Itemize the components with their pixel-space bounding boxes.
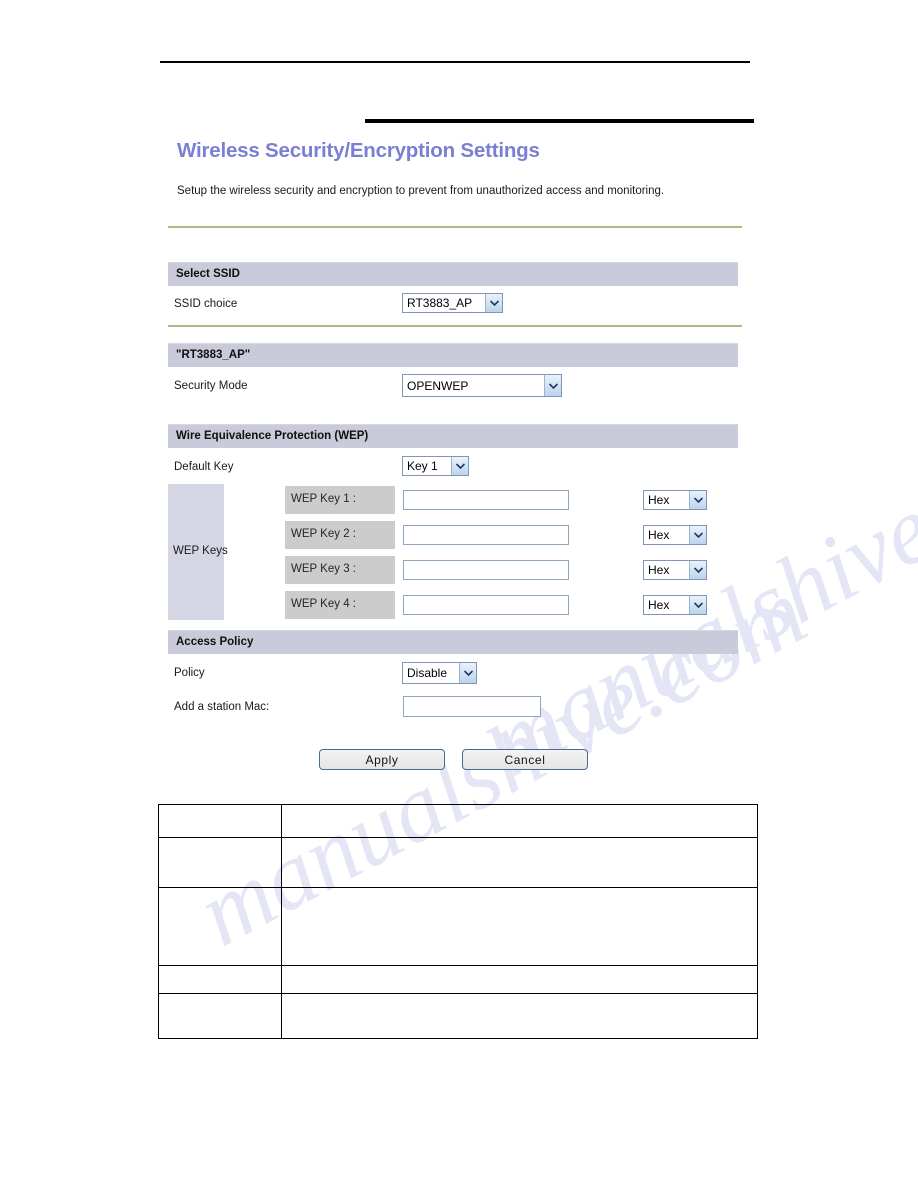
security-mode-label: Security Mode	[174, 380, 248, 392]
table-cell-desc	[281, 804, 758, 838]
chevron-down-icon[interactable]	[689, 561, 706, 579]
chevron-down-icon[interactable]	[689, 526, 706, 544]
table-cell-term	[158, 804, 282, 838]
wep-key-3-label: WEP Key 3 :	[291, 563, 356, 575]
section-header-label: Access Policy	[176, 636, 254, 648]
table-cell-desc	[281, 887, 758, 966]
table-cell-term	[158, 965, 282, 994]
ssid-choice-label: SSID choice	[174, 298, 238, 310]
table-cell-term	[158, 993, 282, 1039]
wep-key-2-input[interactable]	[403, 525, 569, 545]
wep-key-1-label-cell: WEP Key 1 :	[285, 486, 395, 514]
chevron-down-icon[interactable]	[485, 294, 502, 312]
section-header-label: "RT3883_AP"	[176, 349, 251, 361]
wep-key-3-format-select[interactable]: Hex	[643, 560, 707, 580]
wep-key-2-label-cell: WEP Key 2 :	[285, 521, 395, 549]
policy-select[interactable]: Disable	[402, 662, 477, 684]
section-header-ap: "RT3883_AP"	[168, 343, 738, 367]
wep-key-1-input[interactable]	[403, 490, 569, 510]
wep-key-2-label: WEP Key 2 :	[291, 528, 356, 540]
table-cell-term	[158, 837, 282, 888]
page-description: Setup the wireless security and encrypti…	[177, 185, 665, 197]
section-divider	[168, 226, 742, 228]
chevron-down-icon[interactable]	[689, 596, 706, 614]
page-title: Wireless Security/Encryption Settings	[177, 139, 540, 162]
security-mode-value: OPENWEP	[407, 378, 469, 393]
section-header-label: Select SSID	[176, 268, 240, 280]
default-key-select[interactable]: Key 1	[402, 456, 469, 476]
section-header-access-policy: Access Policy	[168, 630, 738, 654]
wep-key-2-format-value: Hex	[648, 528, 670, 542]
description-table-body	[158, 804, 758, 1039]
section-header-label: Wire Equivalence Protection (WEP)	[176, 430, 369, 442]
chevron-down-icon[interactable]	[544, 375, 561, 396]
wep-key-1-format-value: Hex	[648, 493, 670, 507]
wep-key-4-label: WEP Key 4 :	[291, 598, 356, 610]
table-row	[158, 804, 758, 838]
table-row	[158, 837, 758, 888]
policy-label: Policy	[174, 667, 205, 679]
chevron-down-icon[interactable]	[451, 457, 468, 475]
ssid-choice-select[interactable]: RT3883_AP	[402, 293, 503, 313]
wep-key-4-format-value: Hex	[648, 598, 670, 612]
apply-button[interactable]: Apply	[319, 749, 445, 770]
wep-key-3-format-value: Hex	[648, 563, 670, 577]
table-cell-desc	[281, 837, 758, 888]
table-cell-term	[158, 887, 282, 966]
table-row	[158, 965, 758, 994]
wep-key-1-format-select[interactable]: Hex	[643, 490, 707, 510]
station-mac-input[interactable]	[403, 696, 541, 717]
table-cell-desc	[281, 965, 758, 994]
policy-value: Disable	[407, 666, 448, 680]
wep-key-4-label-cell: WEP Key 4 :	[285, 591, 395, 619]
wep-key-1-label: WEP Key 1 :	[291, 493, 356, 505]
chevron-down-icon[interactable]	[459, 663, 476, 683]
wep-key-3-input[interactable]	[403, 560, 569, 580]
chevron-down-icon[interactable]	[689, 491, 706, 509]
table-cell-desc	[281, 993, 758, 1039]
section-header-select-ssid: Select SSID	[168, 262, 738, 286]
ssid-choice-value: RT3883_AP	[407, 296, 473, 310]
section-header-wep: Wire Equivalence Protection (WEP)	[168, 424, 738, 448]
default-key-value: Key 1	[407, 459, 438, 473]
description-table	[158, 804, 758, 1039]
cancel-button[interactable]: Cancel	[462, 749, 588, 770]
wep-key-3-label-cell: WEP Key 3 :	[285, 556, 395, 584]
station-mac-label: Add a station Mac:	[174, 701, 270, 713]
table-row	[158, 887, 758, 966]
page-header-rule	[160, 61, 750, 63]
security-mode-select[interactable]: OPENWEP	[402, 374, 562, 397]
wep-key-2-format-select[interactable]: Hex	[643, 525, 707, 545]
section-divider	[168, 325, 742, 327]
title-rule	[365, 119, 754, 123]
wep-key-4-input[interactable]	[403, 595, 569, 615]
table-row	[158, 993, 758, 1039]
default-key-label: Default Key	[174, 461, 234, 473]
wep-keys-group-label: WEP Keys	[173, 545, 228, 557]
wep-key-4-format-select[interactable]: Hex	[643, 595, 707, 615]
wep-keys-group-cell: WEP Keys	[168, 484, 228, 620]
